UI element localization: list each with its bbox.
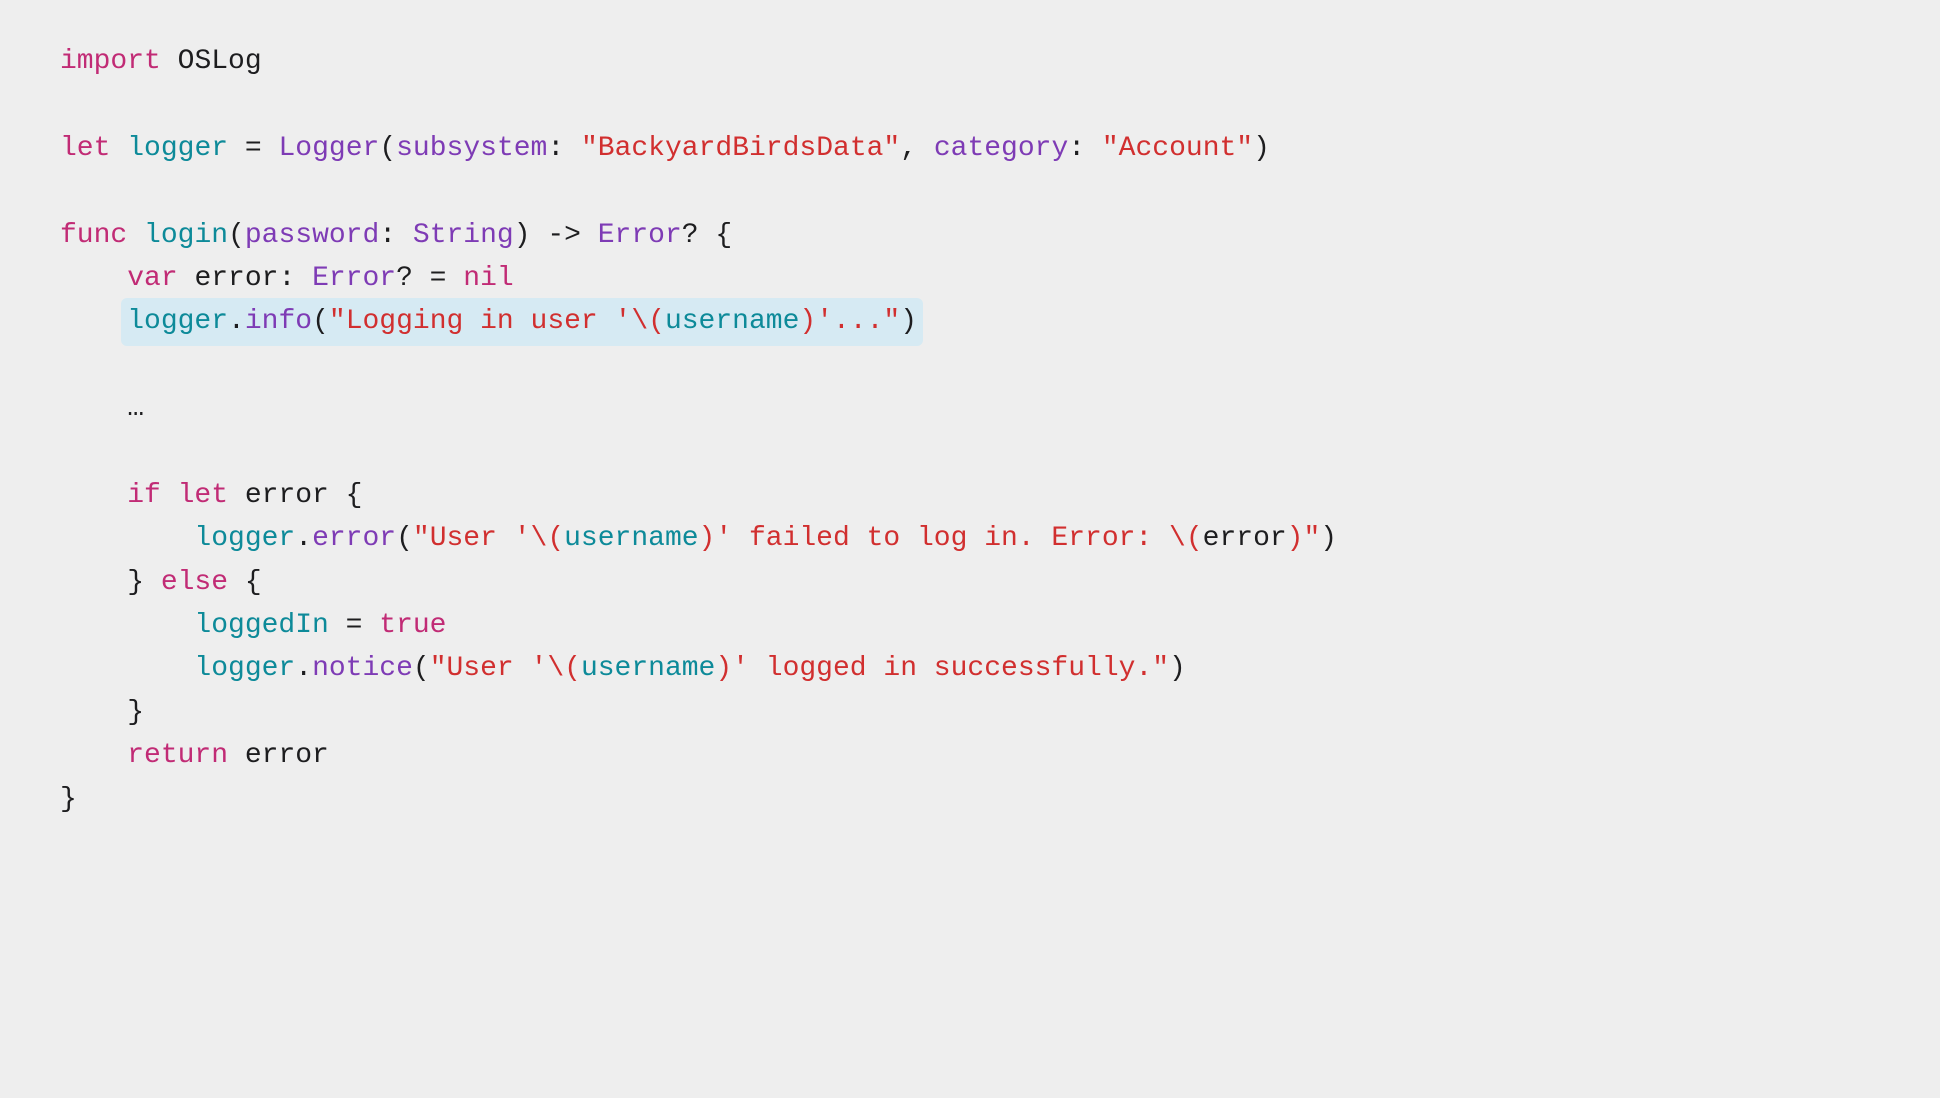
interpolation-open: \( (531, 523, 565, 554)
dot: . (295, 653, 312, 684)
comma: , (900, 133, 934, 164)
var-username: username (665, 306, 799, 337)
string-literal: " (1303, 523, 1320, 554)
keyword-return: return (127, 740, 228, 771)
colon: : (1068, 133, 1102, 164)
keyword-else: else (161, 567, 228, 598)
string-category: "Account" (1102, 133, 1253, 164)
param-category: category (934, 133, 1068, 164)
paren: ) (900, 306, 917, 337)
method-info: info (245, 306, 312, 337)
dot: . (228, 306, 245, 337)
interpolation-open: \( (547, 653, 581, 684)
interpolation-open: \( (631, 306, 665, 337)
type-string: String (413, 220, 514, 251)
interpolation-close: ) (715, 653, 732, 684)
paren: ) (1169, 653, 1186, 684)
code-block: import OSLog let logger = Logger(subsyst… (60, 40, 1880, 821)
close-brace: } (60, 784, 77, 815)
equals: = (228, 133, 278, 164)
string-literal: "User ' (413, 523, 531, 554)
keyword-var: var (127, 263, 177, 294)
paren: ) (1253, 133, 1270, 164)
arrow: ) -> (514, 220, 598, 251)
variable-logger: logger (127, 133, 228, 164)
param-subsystem: subsystem (396, 133, 547, 164)
paren: ( (312, 306, 329, 337)
paren: ( (379, 133, 396, 164)
colon: : (547, 133, 581, 164)
var-error: error (1203, 523, 1287, 554)
keyword-if: if (127, 480, 161, 511)
method-notice: notice (312, 653, 413, 684)
type-logger: Logger (278, 133, 379, 164)
highlighted-line: logger.info("Logging in user '\(username… (121, 298, 923, 345)
open-brace: { (228, 567, 262, 598)
equals: = (329, 610, 379, 641)
paren: ( (228, 220, 245, 251)
keyword-let: let (60, 133, 110, 164)
string-literal: ' logged in successfully." (732, 653, 1169, 684)
var-error: error (228, 740, 329, 771)
keyword-let: let (161, 480, 228, 511)
keyword-func: func (60, 220, 127, 251)
string-literal: ' failed to log in. Error: (715, 523, 1169, 554)
function-name: login (144, 220, 228, 251)
type-error: Error (312, 263, 396, 294)
close-brace: } (127, 567, 161, 598)
close-brace: } (127, 697, 144, 728)
var-logger: logger (127, 306, 228, 337)
interpolation-close: ) (699, 523, 716, 554)
var-error: error: (178, 263, 312, 294)
var-error: error { (228, 480, 362, 511)
string-literal: "User ' (430, 653, 548, 684)
brace: ? { (682, 220, 732, 251)
var-logger: logger (194, 653, 295, 684)
interpolation-close: ) (1287, 523, 1304, 554)
ellipsis: … (127, 393, 144, 424)
optional: ? = (396, 263, 463, 294)
var-username: username (564, 523, 698, 554)
param-password: password (245, 220, 379, 251)
keyword-true: true (379, 610, 446, 641)
string-literal: "Logging in user ' (329, 306, 631, 337)
module-name: OSLog (178, 46, 262, 77)
method-error: error (312, 523, 396, 554)
paren: ) (1320, 523, 1337, 554)
dot: . (295, 523, 312, 554)
keyword-nil: nil (463, 263, 513, 294)
interpolation-close: ) (799, 306, 816, 337)
string-literal: '..." (816, 306, 900, 337)
var-logger: logger (194, 523, 295, 554)
keyword-import: import (60, 46, 161, 77)
paren: ( (396, 523, 413, 554)
interpolation-open: \( (1169, 523, 1203, 554)
string-subsystem: "BackyardBirdsData" (581, 133, 900, 164)
paren: ( (413, 653, 430, 684)
var-username: username (581, 653, 715, 684)
colon: : (379, 220, 413, 251)
type-error: Error (598, 220, 682, 251)
var-loggedin: loggedIn (194, 610, 328, 641)
